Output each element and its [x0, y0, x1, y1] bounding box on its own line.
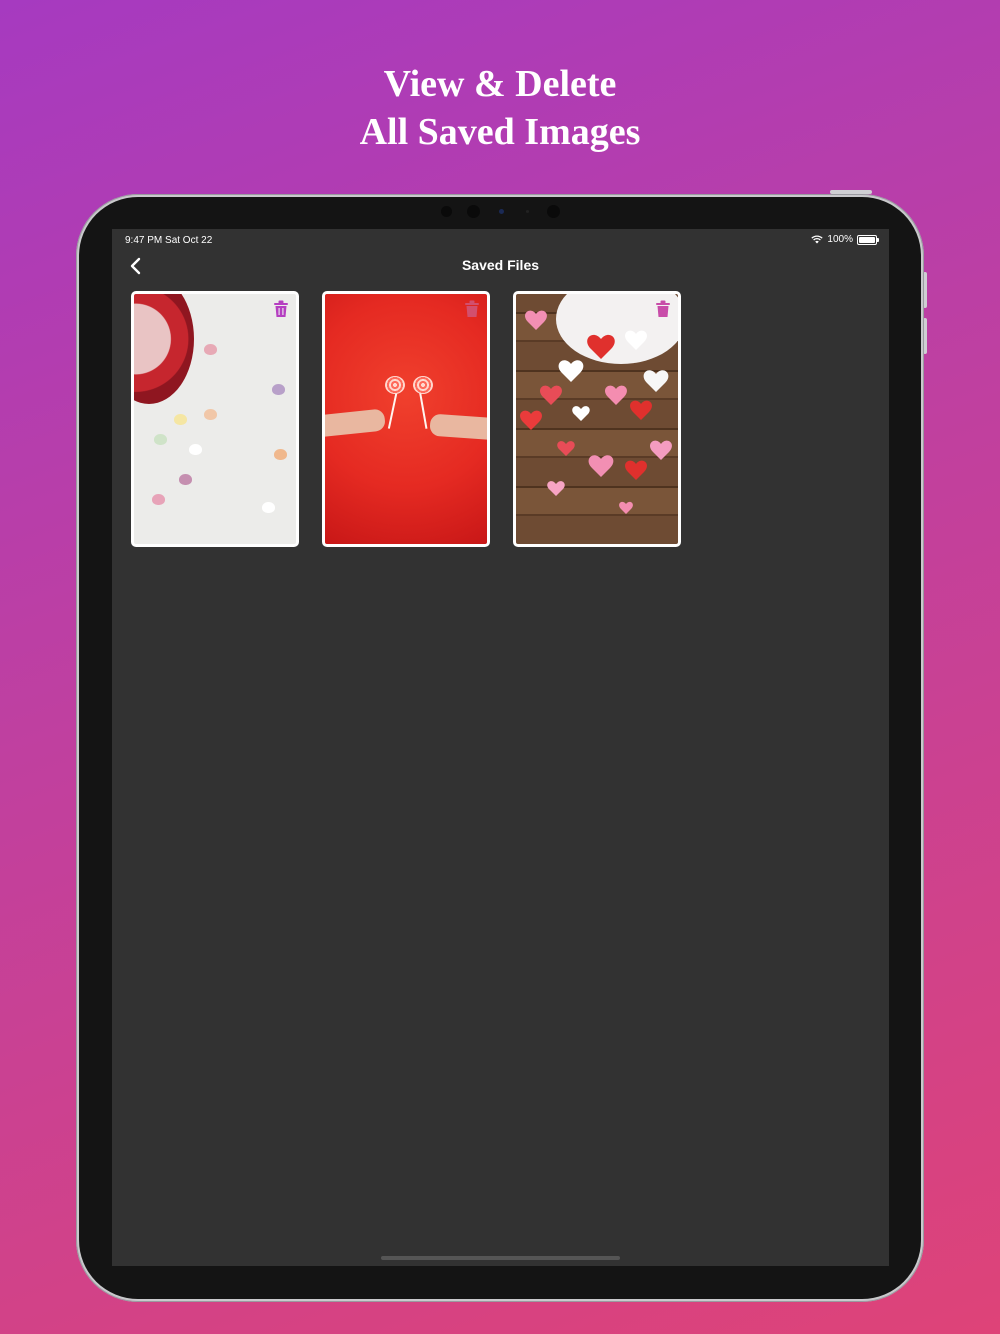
candy-heart: [262, 502, 275, 513]
promo-headline: View & Delete All Saved Images: [0, 60, 1000, 156]
candy-heart: [154, 434, 167, 445]
lollipop: [385, 376, 405, 394]
trash-icon[interactable]: [464, 300, 480, 318]
status-right: 100%: [811, 234, 879, 245]
promo-headline-line1: View & Delete: [383, 63, 617, 105]
candy-heart: [204, 344, 217, 355]
image-content: [134, 294, 194, 404]
lollipop: [413, 376, 433, 394]
saved-image-card[interactable]: [322, 291, 490, 547]
battery-percent: 100%: [827, 234, 853, 245]
candy-heart: [272, 384, 285, 395]
sensor-dot: [526, 210, 529, 213]
candy-heart: [204, 409, 217, 420]
image-content: [325, 408, 386, 438]
trash-icon[interactable]: [655, 300, 671, 318]
candy-heart: [179, 474, 192, 485]
app-screen: 9:47 PM Sat Oct 22 100% Saved Files: [112, 229, 889, 1266]
lollipop-stick: [418, 389, 428, 429]
lollipop-stick: [387, 389, 399, 429]
navigation-bar: Saved Files: [112, 251, 889, 281]
promo-headline-line2: All Saved Images: [359, 111, 641, 153]
paper-hearts: [520, 310, 672, 514]
sensor-dot: [547, 205, 560, 218]
trash-icon[interactable]: [273, 300, 289, 318]
status-bar: 9:47 PM Sat Oct 22 100%: [112, 229, 889, 251]
saved-image-card[interactable]: [513, 291, 681, 547]
wifi-icon: [811, 235, 824, 244]
battery-icon: [857, 234, 879, 245]
front-camera: [467, 205, 480, 218]
candy-heart: [174, 414, 187, 425]
sensor-dot: [499, 209, 504, 214]
candy-heart: [152, 494, 165, 505]
page-title: Saved Files: [461, 257, 540, 273]
saved-image-card[interactable]: [131, 291, 299, 547]
image-content: [429, 413, 487, 441]
candy-heart: [274, 449, 287, 460]
sensor-dot: [441, 206, 452, 217]
status-time: 9:47 PM Sat Oct 22: [125, 235, 213, 246]
home-indicator[interactable]: [381, 1256, 620, 1260]
saved-images-grid: [131, 291, 681, 547]
candy-heart: [189, 444, 202, 455]
